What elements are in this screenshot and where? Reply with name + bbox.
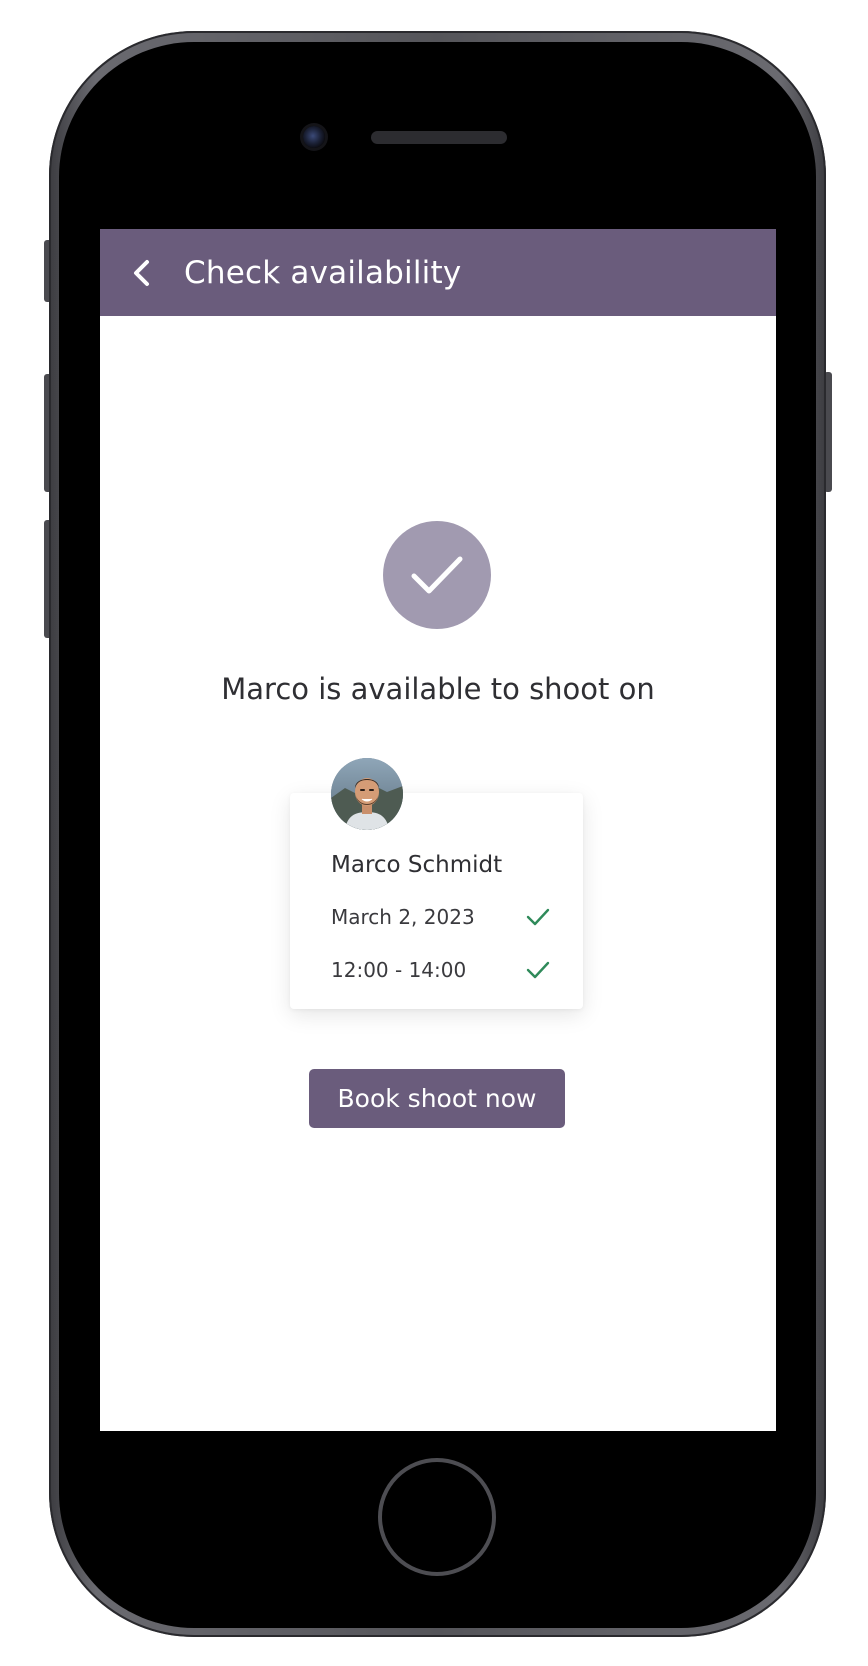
book-shoot-button[interactable]: Book shoot now (309, 1069, 565, 1128)
success-badge (383, 521, 491, 629)
avatar (331, 758, 403, 830)
app-bar: Check availability (100, 229, 776, 316)
front-camera (303, 126, 325, 148)
avatar-photo (331, 758, 403, 830)
checkmark-icon (411, 556, 463, 594)
shoot-date: March 2, 2023 (331, 905, 475, 929)
availability-headline: Marco is available to shoot on (221, 672, 655, 706)
earpiece-speaker (371, 131, 507, 144)
chevron-left-icon (134, 259, 149, 286)
check-icon (525, 904, 551, 930)
date-row: March 2, 2023 (331, 902, 551, 932)
time-row: 12:00 - 14:00 (331, 955, 551, 985)
shoot-time: 12:00 - 14:00 (331, 958, 467, 982)
back-button[interactable] (124, 255, 160, 291)
app-screen: Check availability Marco is available to… (100, 229, 776, 1431)
page-title: Check availability (184, 254, 462, 291)
check-icon (525, 957, 551, 983)
photographer-name: Marco Schmidt (331, 852, 503, 878)
home-button (378, 1458, 496, 1576)
